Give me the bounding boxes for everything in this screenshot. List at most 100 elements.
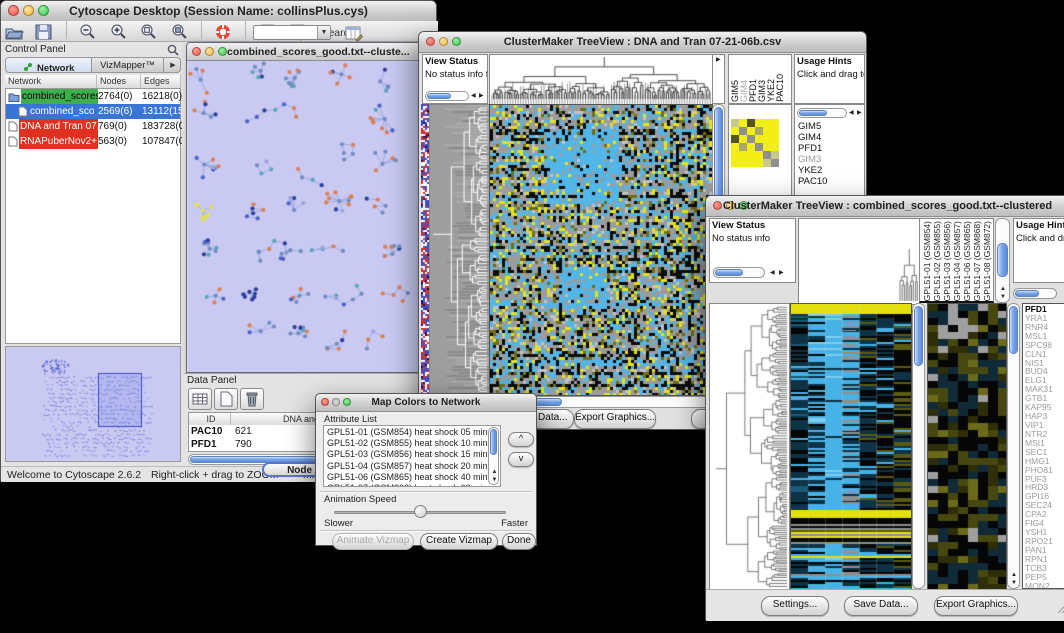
header-id[interactable]: ID (189, 413, 231, 425)
column-label[interactable]: GPL51-04 (GSM857) (952, 221, 962, 301)
open-file-icon[interactable] (3, 22, 25, 42)
matrix-cell[interactable] (755, 151, 763, 159)
resize-grip[interactable] (1057, 601, 1064, 619)
column-label[interactable]: GPL51-02 (GSM855) (932, 221, 942, 301)
gene-list-vscrollbar[interactable]: ▲ ▼ (1007, 303, 1020, 589)
zoom-button[interactable] (218, 47, 227, 56)
scroll-up-icon[interactable]: ▶ (716, 57, 721, 63)
network-row-rnapuber[interactable]: RNAPuberNov2+ 563(0) 107847(0) (6, 134, 180, 149)
matrix-cell[interactable] (731, 159, 739, 167)
attribute-list-item[interactable]: GPL51-07 (GSM868) heat shock 60 min (324, 483, 488, 487)
matrix-cell[interactable] (747, 127, 755, 135)
matrix-cell[interactable] (755, 143, 763, 151)
matrix-cell[interactable] (747, 135, 755, 143)
matrix-cell[interactable] (739, 151, 747, 159)
scroll-left-icon[interactable]: ◀ (471, 93, 476, 99)
speed-slider-thumb[interactable] (414, 505, 427, 518)
scroll-left-icon[interactable]: ◀ (849, 110, 854, 116)
attribute-list-vscrollbar[interactable]: ▲ ▼ (488, 427, 499, 485)
row-value[interactable]: 621 (235, 426, 252, 437)
matrix-cell[interactable] (771, 127, 779, 135)
matrix-cell[interactable] (771, 159, 779, 167)
matrix-cell[interactable] (755, 127, 763, 135)
attribute-list-item[interactable]: GPL51-03 (GSM856) heat shock 15 min (324, 449, 488, 460)
gene-label[interactable]: PFD1 (798, 143, 827, 154)
move-up-button[interactable]: ^ (508, 432, 534, 447)
frame-titlebar[interactable]: combined_scores_good.txt--cluste... (187, 43, 437, 61)
scroll-right-icon[interactable]: ▶ (479, 93, 484, 99)
matrix-cell[interactable] (731, 119, 739, 127)
matrix-cell[interactable] (731, 151, 739, 159)
tab-overflow-arrow[interactable]: ▶ (164, 58, 181, 73)
scroll-up-icon[interactable]: ▲ (492, 469, 498, 475)
zoom-fit-icon[interactable] (169, 22, 191, 42)
attribute-list-item[interactable]: GPL51-04 (GSM857) heat shock 20 min (324, 461, 488, 472)
heatmap-vscrollbar[interactable] (912, 303, 925, 589)
gene-label[interactable]: GIM4 (798, 132, 827, 143)
matrix-cell[interactable] (747, 119, 755, 127)
matrix-cell[interactable] (763, 159, 771, 167)
network-row-dna-tran[interactable]: DNA and Tran 07 769(0) 183728(0) (6, 119, 180, 134)
gene-label[interactable]: GIM3 (798, 154, 827, 165)
gene-label[interactable]: MON2 (1025, 582, 1053, 589)
done-button[interactable]: Done (502, 533, 536, 550)
labels-vscrollbar[interactable]: ▲ ▼ (995, 218, 1010, 303)
view-status-hscrollbar[interactable] (713, 267, 765, 278)
tab-vizmapper[interactable]: VizMapper™ (92, 58, 164, 73)
zoom-out-icon[interactable] (77, 22, 99, 42)
header-edges[interactable]: Edges (141, 75, 181, 88)
matrix-cell[interactable] (747, 159, 755, 167)
row-id[interactable]: PAC10 (191, 426, 223, 437)
header-network[interactable]: Network (5, 75, 97, 88)
attribute-list-item[interactable]: GPL51-01 (GSM854) heat shock 05 min (324, 427, 488, 438)
matrix-cell[interactable] (731, 135, 739, 143)
network-view-canvas[interactable] (188, 61, 436, 372)
zoom-in-icon[interactable] (108, 22, 130, 42)
column-label[interactable]: GPL51-06 (GSM865) (962, 221, 972, 301)
column-label[interactable]: GPL51-03 (GSM856) (942, 221, 952, 301)
treeview1-titlebar[interactable]: ClusterMaker TreeView : DNA and Tran 07-… (419, 32, 866, 53)
matrix-cell[interactable] (763, 135, 771, 143)
delete-attribute-icon[interactable] (240, 388, 264, 410)
minimize-button[interactable] (205, 47, 214, 56)
matrix-cell[interactable] (763, 151, 771, 159)
matrix-cell[interactable] (739, 159, 747, 167)
zoom-heatmap-canvas[interactable] (927, 303, 1007, 591)
matrix-cell[interactable] (763, 143, 771, 151)
matrix-column-label[interactable]: PAC10 (776, 74, 785, 102)
search-dropdown-arrow-icon[interactable]: ▼ (317, 26, 330, 39)
attribute-listbox[interactable]: GPL51-01 (GSM854) heat shock 05 minGPL51… (323, 425, 501, 487)
row-dendrogram-canvas[interactable] (429, 104, 490, 396)
scroll-down-icon[interactable]: ▼ (492, 477, 498, 483)
new-attribute-icon[interactable] (214, 388, 238, 410)
matrix-cell[interactable] (771, 135, 779, 143)
scroll-right-icon[interactable]: ▶ (779, 270, 784, 276)
heatmap-canvas[interactable] (489, 104, 713, 396)
matrix-cell[interactable] (755, 159, 763, 167)
zoom-selected-icon[interactable] (138, 22, 160, 42)
scroll-up-icon[interactable]: ▲ (1000, 286, 1006, 292)
attribute-list-item[interactable]: GPL51-06 (GSM865) heat shock 40 min (324, 472, 488, 483)
scroll-right-icon[interactable]: ▶ (857, 110, 862, 116)
gene-label[interactable]: YKE2 (798, 165, 827, 176)
attribute-list-item[interactable]: GPL51-02 (GSM855) heat shock 10 min (324, 438, 488, 449)
export-graphics-button[interactable]: Export Graphics... (574, 409, 656, 429)
matrix-cell[interactable] (755, 135, 763, 143)
matrix-cell[interactable] (763, 127, 771, 135)
header-nodes[interactable]: Nodes (97, 75, 141, 88)
column-dendrogram-canvas[interactable] (489, 54, 713, 106)
matrix-cell[interactable] (731, 127, 739, 135)
scroll-down-icon[interactable]: ▼ (1000, 294, 1006, 300)
column-label[interactable]: GPL51-01 (GSM854) (922, 221, 932, 301)
dialog-titlebar[interactable]: Map Colors to Network (316, 394, 536, 412)
matrix-cell[interactable] (771, 151, 779, 159)
save-icon[interactable] (33, 22, 55, 42)
matrix-cell[interactable] (731, 143, 739, 151)
save-data-button[interactable]: Save Data... (844, 596, 918, 616)
network-overview-canvas[interactable] (5, 346, 181, 462)
gene-list-hscrollbar[interactable] (797, 108, 847, 118)
gene-label[interactable]: GIM5 (798, 121, 827, 132)
tab-network[interactable]: Network (6, 58, 92, 73)
network-row-combined-scores[interactable]: combined_scores 2764(0) 16218(0) (6, 89, 180, 104)
animate-vizmap-button[interactable]: Animate Vizmap (332, 533, 414, 550)
